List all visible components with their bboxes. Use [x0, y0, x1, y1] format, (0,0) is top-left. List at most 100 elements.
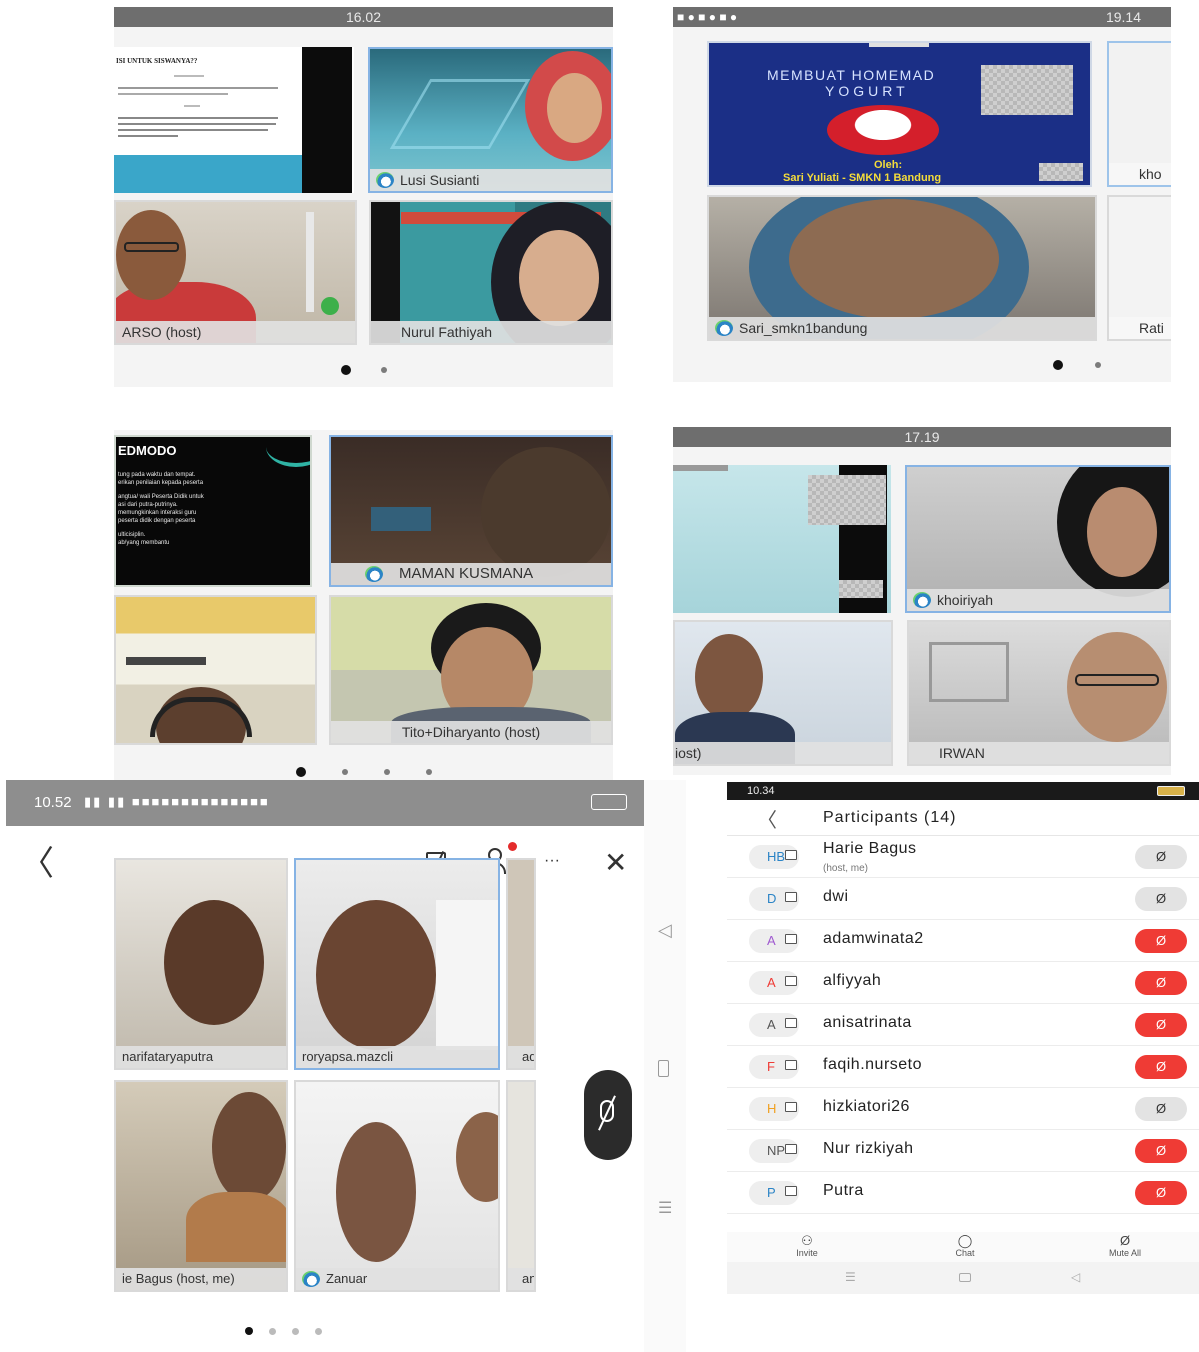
person-face [547, 73, 602, 143]
person-face [116, 210, 186, 300]
nav-home-icon[interactable] [959, 1273, 971, 1282]
participant-row[interactable]: Ffaqih.nurseto Ø [727, 1046, 1199, 1088]
page-dot-active[interactable] [1053, 360, 1063, 370]
image-placeholder [808, 475, 886, 525]
background-logo-shape [389, 79, 531, 149]
video-tile-harie-bagus-host-me[interactable]: ie Bagus (host, me) [114, 1080, 288, 1292]
participant-row[interactable]: Hhizkiatori26 Ø [727, 1088, 1199, 1130]
participant-row[interactable]: Aalfiyyah Ø [727, 962, 1199, 1004]
mic-muted-icon[interactable]: Ø [1135, 1013, 1187, 1037]
person-face [164, 900, 264, 1025]
page-dot[interactable] [268, 1327, 276, 1335]
mic-icon[interactable]: Ø [1135, 887, 1187, 911]
page-dot[interactable] [383, 769, 390, 775]
window-frame [929, 642, 1009, 702]
mic-muted-icon[interactable]: Ø [1135, 929, 1187, 953]
status-time: 17.19 [904, 429, 940, 445]
mic-icon[interactable]: Ø [1135, 1097, 1187, 1121]
participant-name: Rati [1139, 320, 1164, 336]
page-dot-active[interactable] [340, 365, 351, 375]
mic-icon[interactable]: Ø [1135, 845, 1187, 869]
chat-label: Chat [955, 1248, 975, 1258]
participant-namebar: Sari_smkn1bandung [709, 317, 1095, 339]
status-bar: 17.19 [673, 427, 1171, 447]
video-tile-unnamed[interactable] [114, 595, 317, 745]
mic-muted-icon[interactable]: Ø [1135, 1139, 1187, 1163]
slide-black-bar [302, 47, 352, 193]
video-tile-host[interactable]: iost) [673, 620, 893, 766]
video-tile-maman-kusmana[interactable]: MAMAN KUSMANA [329, 435, 613, 587]
mute-all-icon: Ø [1119, 1233, 1131, 1248]
slide-top-strip [673, 465, 728, 471]
participant-name: faqih.nurseto [823, 1056, 923, 1073]
nav-recents-icon[interactable]: ☰ [845, 1270, 856, 1284]
nav-recents-icon[interactable]: ☰ [658, 1198, 672, 1218]
shared-screen-tile[interactable]: MEMBUAT HOMEMAD YOGURT Oleh: Sari Yuliat… [707, 41, 1092, 187]
participant-name: MAMAN KUSMANA [399, 565, 534, 582]
back-icon[interactable]: 〈 [757, 804, 777, 833]
participant-name: ada [522, 1049, 534, 1064]
more-options-icon[interactable]: ··· [544, 852, 560, 870]
video-tile-narifataryaputra[interactable]: narifataryaputra [114, 858, 288, 1070]
video-tile-ada[interactable]: ada [506, 858, 536, 1070]
page-indicator [114, 363, 613, 377]
page-dot[interactable] [291, 1327, 299, 1335]
page-dot[interactable] [380, 367, 387, 373]
mute-mic-button[interactable] [584, 1070, 632, 1160]
mute-all-button[interactable]: Ø Mute All [1095, 1233, 1155, 1259]
participant-name: hizkiatori26 [823, 1098, 910, 1115]
participant-row[interactable]: NP Nur rizkiyah Ø [727, 1130, 1199, 1172]
shared-screen-tile[interactable] [673, 465, 891, 613]
participant-namebar: ie Bagus (host, me) [116, 1268, 286, 1290]
slide-line-2 [118, 87, 278, 89]
chat-button[interactable]: ◯ Chat [945, 1234, 985, 1259]
page-dot[interactable] [314, 1327, 322, 1335]
participant-name: alfiyyah [823, 972, 882, 989]
participant-row[interactable]: Aadamwinata2 Ø [727, 920, 1199, 962]
video-tile-anis[interactable]: anis [506, 1080, 536, 1292]
participant-row[interactable]: P Putra Ø [727, 1172, 1199, 1214]
participant-row[interactable]: HB Harie Bagus (host, me) Ø [727, 836, 1199, 878]
page-dot-active[interactable] [295, 767, 306, 777]
participant-row[interactable]: Ddwi Ø [727, 878, 1199, 920]
page-dot-active[interactable] [244, 1327, 253, 1335]
nav-back-icon[interactable]: ◁ [1071, 1270, 1080, 1284]
mic-muted-icon[interactable]: Ø [1135, 1055, 1187, 1079]
video-tile-zanuar[interactable]: Zanuar [294, 1080, 500, 1292]
nav-home-icon[interactable] [658, 1060, 669, 1077]
video-tile-lusi-susianti[interactable]: Lusi Susianti [368, 47, 613, 193]
video-tile-roryapsa-mazcli[interactable]: roryapsa.mazcli [294, 858, 500, 1070]
video-tile-arso-host[interactable]: ARSO (host) [114, 200, 357, 345]
back-icon[interactable]: 〈 [20, 844, 54, 884]
video-tile-rati[interactable]: Rati [1107, 195, 1171, 341]
person-face [519, 230, 599, 326]
nav-back-icon[interactable]: ◁ [658, 920, 672, 941]
shared-screen-tile[interactable]: ISI UNTUK SISWANYA?? [114, 47, 354, 193]
video-tile-sari-smkn1bandung[interactable]: Sari_smkn1bandung [707, 195, 1097, 341]
page-dot[interactable] [341, 769, 348, 775]
shared-screen-tile[interactable]: EDMODO tung pada waktu dan tempat. erika… [114, 435, 312, 587]
participant-name: narifataryaputra [122, 1049, 214, 1064]
participant-name: Nur rizkiyah [823, 1140, 914, 1157]
video-tile-tito-diharyanto-host[interactable]: Tito+Diharyanto (host) [329, 595, 613, 745]
mic-muted-icon[interactable]: Ø [1135, 1181, 1187, 1205]
invite-button[interactable]: ⚇ Invite [787, 1234, 827, 1259]
ceiling-lamp [126, 657, 206, 665]
slide-by: Oleh: [874, 159, 903, 171]
device-icon [785, 976, 797, 986]
audio-status-icon [715, 320, 733, 336]
video-tile-irwan[interactable]: IRWAN [907, 620, 1171, 766]
page-dot[interactable] [425, 769, 432, 775]
mic-muted-icon[interactable]: Ø [1135, 971, 1187, 995]
slide-line: tung pada waktu dan tempat. [118, 472, 196, 478]
participant-name: Tito+Diharyanto (host) [401, 724, 541, 740]
page-indicator [114, 765, 613, 779]
participant-namebar: Rati [1109, 317, 1171, 339]
image-placeholder-small [1039, 163, 1083, 181]
participant-row[interactable]: Aanisatrinata Ø [727, 1004, 1199, 1046]
video-tile-nurul-fathiyah[interactable]: Nurul Fathiyah [369, 200, 613, 345]
page-dot[interactable] [1095, 362, 1101, 368]
close-icon[interactable]: ✕ [604, 846, 627, 879]
video-tile-khoiriyah[interactable]: khoiriyah [905, 465, 1171, 613]
video-tile-kho[interactable]: kho [1107, 41, 1171, 187]
